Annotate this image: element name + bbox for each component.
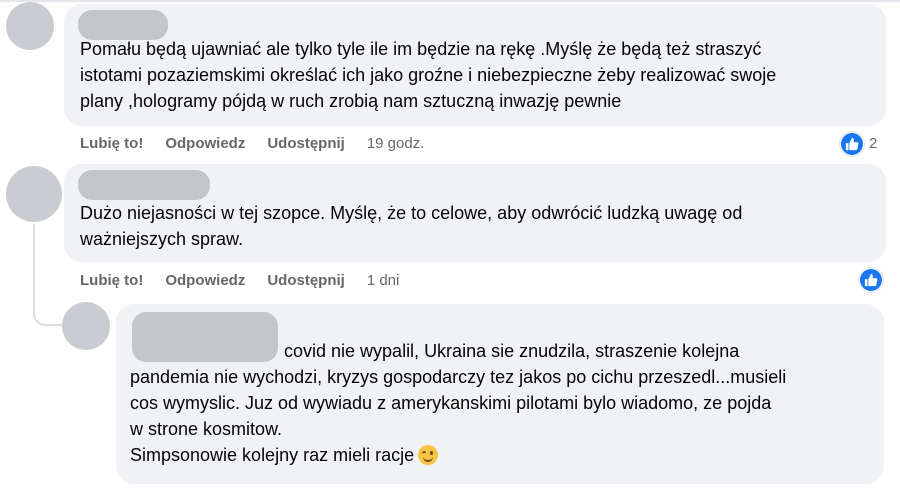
reaction-count[interactable]: 2 [869, 135, 877, 152]
comment-actions: Lubię to! Odpowiedz Udostępnij 19 godz. [80, 135, 424, 152]
reply-button[interactable]: Odpowiedz [165, 272, 245, 289]
top-divider [0, 0, 900, 2]
share-button[interactable]: Udostępnij [267, 272, 345, 289]
share-button[interactable]: Udostępnij [267, 135, 345, 152]
avatar[interactable] [6, 166, 62, 222]
timestamp[interactable]: 1 dni [367, 272, 400, 289]
thumbs-up-icon[interactable] [859, 268, 883, 292]
reply-button[interactable]: Odpowiedz [165, 135, 245, 152]
like-button[interactable]: Lubię to! [80, 135, 143, 152]
like-button[interactable]: Lubię to! [80, 272, 143, 289]
comment-text: Pomału będą ujawniać ale tylko tyle ile … [80, 39, 777, 111]
comment-text: Dużo niejasności w tej szopce. Myślę, że… [80, 203, 743, 249]
avatar[interactable] [62, 302, 110, 350]
redacted-author-name[interactable] [78, 170, 210, 200]
thumbs-up-icon[interactable] [840, 132, 864, 156]
comment-text: covid nie wypalil, Ukraina sie znudzila,… [130, 341, 787, 465]
reply-thread-line [33, 224, 63, 326]
comment-actions: Lubię to! Odpowiedz Udostępnij 1 dni [80, 272, 399, 289]
avatar[interactable] [6, 2, 54, 50]
timestamp[interactable]: 19 godz. [367, 135, 425, 152]
winking-face-icon [418, 445, 439, 465]
